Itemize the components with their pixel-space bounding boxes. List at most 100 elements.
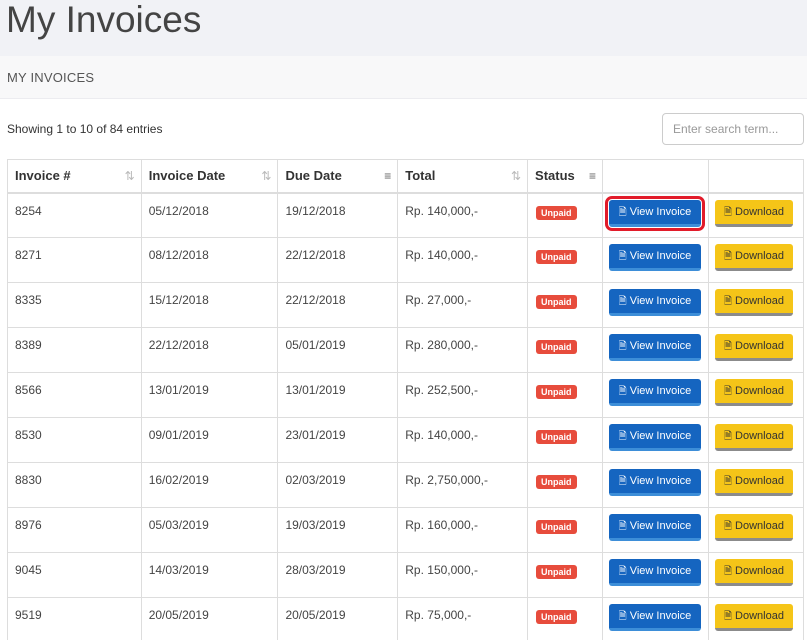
- invoice-date: 05/12/2018: [140, 192, 279, 238]
- download-button[interactable]: 🗎 Download: [714, 514, 793, 541]
- view-invoice-label: View Invoice: [629, 250, 692, 262]
- view-invoice-label: View Invoice: [629, 295, 692, 307]
- file-download-icon: 🗎: [723, 521, 733, 532]
- download-button[interactable]: 🗎 Download: [714, 469, 793, 496]
- download-button[interactable]: 🗎 Download: [714, 604, 793, 631]
- view-cell: 🗎 View Invoice: [601, 372, 709, 418]
- file-download-icon: 🗎: [723, 206, 733, 218]
- sort-desc-icon[interactable]: ≡: [589, 169, 596, 183]
- due-date: 19/03/2019: [277, 507, 399, 553]
- download-button[interactable]: 🗎 Download: [714, 334, 793, 361]
- column-header-status[interactable]: Status ≡: [527, 159, 603, 194]
- invoices-table: Invoice # ⇅ Invoice Date ⇅ Due Date ≡ To…: [7, 159, 805, 640]
- sort-icon[interactable]: ⇅: [125, 169, 135, 183]
- invoice-number: 9045: [7, 552, 142, 598]
- sort-icon[interactable]: ⇅: [511, 169, 521, 183]
- file-icon: 🗎: [618, 251, 627, 262]
- due-date: 02/03/2019: [277, 462, 399, 508]
- download-label: Download: [735, 430, 784, 442]
- status-cell: Unpaid: [527, 282, 603, 328]
- download-label: Download: [735, 610, 784, 622]
- invoice-total: Rp. 150,000,-: [397, 552, 529, 598]
- invoice-total: Rp. 140,000,-: [397, 237, 529, 283]
- table-row: 9045 14/03/2019 28/03/2019 Rp. 150,000,- Unp…: [7, 552, 805, 598]
- status-cell: Unpaid: [527, 327, 603, 373]
- file-download-icon: 🗎: [723, 566, 733, 577]
- download-label: Download: [735, 295, 784, 307]
- view-invoice-button[interactable]: 🗎 View Invoice: [608, 244, 701, 271]
- file-download-icon: 🗎: [723, 386, 733, 397]
- view-invoice-button[interactable]: 🗎 View Invoice: [608, 514, 701, 541]
- download-button[interactable]: 🗎 Download: [714, 199, 793, 227]
- view-invoice-button[interactable]: 🗎 View Invoice: [608, 424, 701, 451]
- page-title: My Invoices: [6, 0, 202, 40]
- column-header-total[interactable]: Total ⇅: [397, 159, 529, 194]
- download-button[interactable]: 🗎 Download: [714, 379, 793, 406]
- status-badge: Unpaid: [536, 565, 577, 579]
- view-cell: 🗎 View Invoice: [601, 192, 709, 238]
- invoice-total: Rp. 160,000,-: [397, 507, 529, 553]
- status-cell: Unpaid: [527, 192, 603, 238]
- view-invoice-label: View Invoice: [629, 610, 692, 622]
- invoice-total: Rp. 280,000,-: [397, 327, 529, 373]
- download-button[interactable]: 🗎 Download: [714, 244, 793, 271]
- download-button[interactable]: 🗎 Download: [714, 289, 793, 316]
- view-cell: 🗎 View Invoice: [601, 282, 709, 328]
- column-label: Total: [405, 168, 436, 184]
- view-invoice-button[interactable]: 🗎 View Invoice: [608, 334, 701, 361]
- view-invoice-button[interactable]: 🗎 View Invoice: [604, 195, 705, 231]
- sort-icon[interactable]: ⇅: [261, 169, 271, 183]
- column-header-invoice-date[interactable]: Invoice Date ⇅: [140, 159, 279, 194]
- invoice-number: 8566: [7, 372, 142, 418]
- search-input[interactable]: [662, 113, 804, 145]
- invoice-total: Rp. 27,000,-: [397, 282, 529, 328]
- download-cell: 🗎 Download: [707, 507, 805, 553]
- column-header-due-date[interactable]: Due Date ≡: [277, 159, 399, 194]
- view-invoice-button[interactable]: 🗎 View Invoice: [608, 289, 701, 316]
- due-date: 23/01/2019: [277, 417, 399, 463]
- view-cell: 🗎 View Invoice: [601, 552, 709, 598]
- view-invoice-button[interactable]: 🗎 View Invoice: [608, 559, 701, 586]
- view-cell: 🗎 View Invoice: [601, 417, 709, 463]
- sort-desc-icon[interactable]: ≡: [384, 169, 391, 183]
- column-header-invoice[interactable]: Invoice # ⇅: [7, 159, 142, 194]
- view-invoice-label: View Invoice: [629, 205, 692, 218]
- download-button[interactable]: 🗎 Download: [714, 559, 793, 586]
- file-icon: 🗎: [618, 566, 627, 577]
- view-invoice-button[interactable]: 🗎 View Invoice: [608, 604, 701, 631]
- download-cell: 🗎 Download: [707, 327, 805, 373]
- column-label: Due Date: [285, 168, 342, 184]
- invoice-number: 8830: [7, 462, 142, 508]
- download-label: Download: [735, 520, 784, 532]
- invoice-total: Rp. 2,750,000,-: [397, 462, 529, 508]
- file-download-icon: 🗎: [723, 251, 733, 262]
- download-button[interactable]: 🗎 Download: [714, 424, 793, 451]
- table-row: 8530 09/01/2019 23/01/2019 Rp. 140,000,- Unp…: [7, 417, 805, 463]
- download-cell: 🗎 Download: [707, 417, 805, 463]
- view-invoice-label: View Invoice: [629, 520, 692, 532]
- file-icon: 🗎: [618, 341, 627, 352]
- view-invoice-label: View Invoice: [629, 340, 692, 352]
- file-icon: 🗎: [618, 611, 627, 622]
- due-date: 22/12/2018: [277, 282, 399, 328]
- due-date: 20/05/2019: [277, 597, 399, 640]
- view-cell: 🗎 View Invoice: [601, 507, 709, 553]
- invoice-number: 8271: [7, 237, 142, 283]
- download-label: Download: [735, 565, 784, 577]
- file-download-icon: 🗎: [723, 296, 733, 307]
- table-row: 8830 16/02/2019 02/03/2019 Rp. 2,750,000,- U…: [7, 462, 805, 508]
- download-cell: 🗎 Download: [707, 552, 805, 598]
- table-row: 8566 13/01/2019 13/01/2019 Rp. 252,500,- Unp…: [7, 372, 805, 418]
- download-label: Download: [735, 205, 784, 218]
- file-icon: 🗎: [618, 521, 627, 532]
- invoice-number: 8976: [7, 507, 142, 553]
- invoice-number: 8254: [7, 192, 142, 238]
- download-label: Download: [735, 475, 784, 487]
- invoice-date: 16/02/2019: [140, 462, 279, 508]
- view-cell: 🗎 View Invoice: [601, 597, 709, 640]
- file-download-icon: 🗎: [723, 341, 733, 352]
- status-cell: Unpaid: [527, 417, 603, 463]
- view-invoice-button[interactable]: 🗎 View Invoice: [608, 379, 701, 406]
- view-invoice-button[interactable]: 🗎 View Invoice: [608, 469, 701, 496]
- download-label: Download: [735, 250, 784, 262]
